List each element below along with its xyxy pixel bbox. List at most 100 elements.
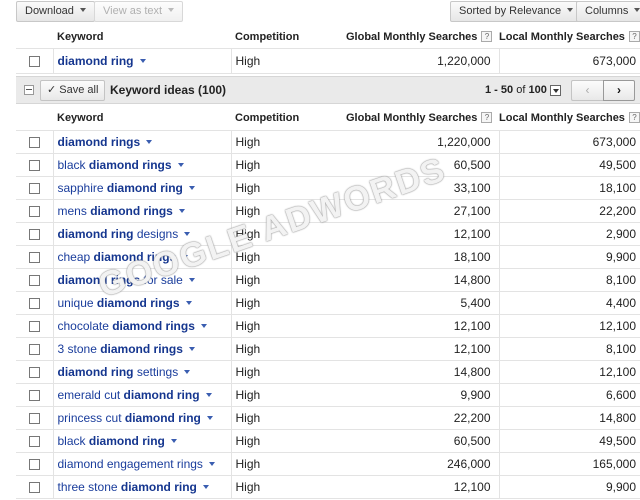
competition-column-header[interactable]: Competition [231,106,346,131]
keyword-link[interactable]: sapphire diamond ring [58,181,195,195]
row-checkbox-cell [16,291,53,315]
keyword-link[interactable]: chocolate diamond rings [58,319,207,333]
help-icon[interactable]: ? [481,112,493,124]
keyword-link[interactable]: diamond ring designs [58,227,191,241]
table-header-row: Keyword Competition Global Monthly Searc… [16,26,640,49]
keyword-prefix: diamond engagement rings [57,456,203,471]
row-checkbox[interactable] [28,435,40,447]
keyword-link[interactable]: black diamond ring [58,434,177,448]
chevron-down-icon[interactable] [146,139,153,144]
sort-dropdown[interactable]: Sorted by Relevance [450,1,583,22]
keyword-link[interactable]: diamond rings for sale [58,273,195,287]
row-checkbox[interactable] [28,458,40,470]
view-as-text-button[interactable]: View as text [94,1,184,22]
keyword-link[interactable]: 3 stone diamond rings [58,342,195,356]
pager-total: 100 [528,84,547,96]
chevron-down-icon[interactable] [139,58,146,63]
chevron-down-icon[interactable] [206,415,213,420]
row-checkbox[interactable] [28,481,40,493]
row-checkbox[interactable] [28,182,40,194]
global-searches-column-header[interactable]: Global Monthly Searches? [346,26,499,49]
download-button[interactable]: Download [16,1,95,22]
chevron-down-icon[interactable] [182,254,189,259]
chevron-down-icon[interactable] [184,231,191,236]
competition-cell: High [230,199,346,223]
table-row: sapphire diamond ring High 33,100 18,100 [16,176,640,200]
column-label: Local Monthly Searches [499,30,625,43]
chevron-down-icon[interactable] [178,208,185,213]
row-checkbox[interactable] [28,412,40,424]
keyword-cell: mens diamond rings [52,199,231,223]
local-searches-cell: 12,100 [499,360,640,384]
help-icon[interactable]: ? [628,31,640,43]
keyword-match: diamond ring [120,479,197,494]
help-icon[interactable]: ? [481,31,493,43]
chevron-down-icon[interactable] [202,484,209,489]
chevron-down-icon[interactable] [208,461,215,466]
chevron-down-icon[interactable] [188,277,195,282]
keyword-cell: diamond rings for sale [52,268,231,292]
row-checkbox[interactable] [28,251,40,263]
chevron-down-icon[interactable] [188,185,195,190]
row-checkbox[interactable] [28,228,40,240]
keyword-link[interactable]: diamond rings [58,135,153,149]
keyword-cell: diamond ring [52,48,231,74]
local-searches-cell: 22,200 [499,199,640,223]
previous-page-button[interactable]: ‹ [571,80,603,101]
chevron-down-icon[interactable] [188,346,195,351]
keyword-link[interactable]: black diamond rings [58,158,184,172]
local-searches-column-header[interactable]: Local Monthly Searches? [499,106,640,131]
row-checkbox[interactable] [28,159,40,171]
row-checkbox[interactable] [28,343,40,355]
global-searches-cell: 12,100 [346,222,500,246]
keyword-link[interactable]: emerald cut diamond ring [58,388,212,402]
page-size-dropdown-icon[interactable] [549,84,561,96]
keyword-column-header[interactable]: Keyword [53,106,231,131]
keyword-link[interactable]: princess cut diamond ring [58,411,213,425]
chevron-down-icon[interactable] [205,392,212,397]
chevron-down-icon[interactable] [177,162,184,167]
keyword-match: diamond ring [88,433,165,448]
keyword-match: diamond ring [106,180,183,195]
local-searches-column-header[interactable]: Local Monthly Searches? [499,26,640,49]
row-checkbox[interactable] [28,389,40,401]
chevron-down-icon[interactable] [170,438,177,443]
local-searches-cell: 18,100 [499,176,640,200]
row-checkbox[interactable] [28,136,40,148]
keyword-column-header[interactable]: Keyword [53,26,231,49]
row-checkbox[interactable] [28,366,40,378]
download-label: Download [25,5,74,17]
help-icon[interactable]: ? [628,112,640,124]
keyword-link[interactable]: diamond engagement rings [58,457,215,471]
global-searches-cell: 14,800 [346,268,500,292]
keyword-cell: three stone diamond ring [52,475,231,499]
columns-button[interactable]: Columns [576,1,640,22]
keyword-link[interactable]: diamond ring settings [58,365,191,379]
keyword-match: diamond ring [124,410,201,425]
row-checkbox[interactable] [28,320,40,332]
keyword-link[interactable]: three stone diamond ring [58,480,209,494]
keyword-link[interactable]: mens diamond rings [58,204,185,218]
keyword-link[interactable]: unique diamond rings [58,296,192,310]
table-row: diamond ring designs High 12,100 2,900 [16,222,640,246]
chevron-down-icon[interactable] [200,323,207,328]
next-page-button[interactable]: › [603,80,635,101]
keyword-link[interactable]: diamond ring [58,54,146,68]
global-searches-column-header[interactable]: Global Monthly Searches? [346,106,499,131]
row-checkbox[interactable] [28,297,40,309]
row-checkbox[interactable] [28,55,40,67]
keyword-cell: chocolate diamond rings [52,314,231,338]
row-checkbox[interactable] [28,205,40,217]
chevron-down-icon[interactable] [184,369,191,374]
chevron-down-icon[interactable] [185,300,192,305]
columns-label: Columns [585,5,629,17]
keyword-match: diamond ring [57,226,134,241]
competition-column-header[interactable]: Competition [231,26,346,49]
keyword-prefix: chocolate [57,318,113,333]
keyword-link[interactable]: cheap diamond rings [58,250,189,264]
collapse-icon[interactable] [24,85,34,95]
save-all-button[interactable]: ✓ Save all [40,80,106,101]
keyword-prefix: princess cut [57,410,125,425]
row-checkbox[interactable] [28,274,40,286]
local-searches-cell: 2,900 [499,222,640,246]
